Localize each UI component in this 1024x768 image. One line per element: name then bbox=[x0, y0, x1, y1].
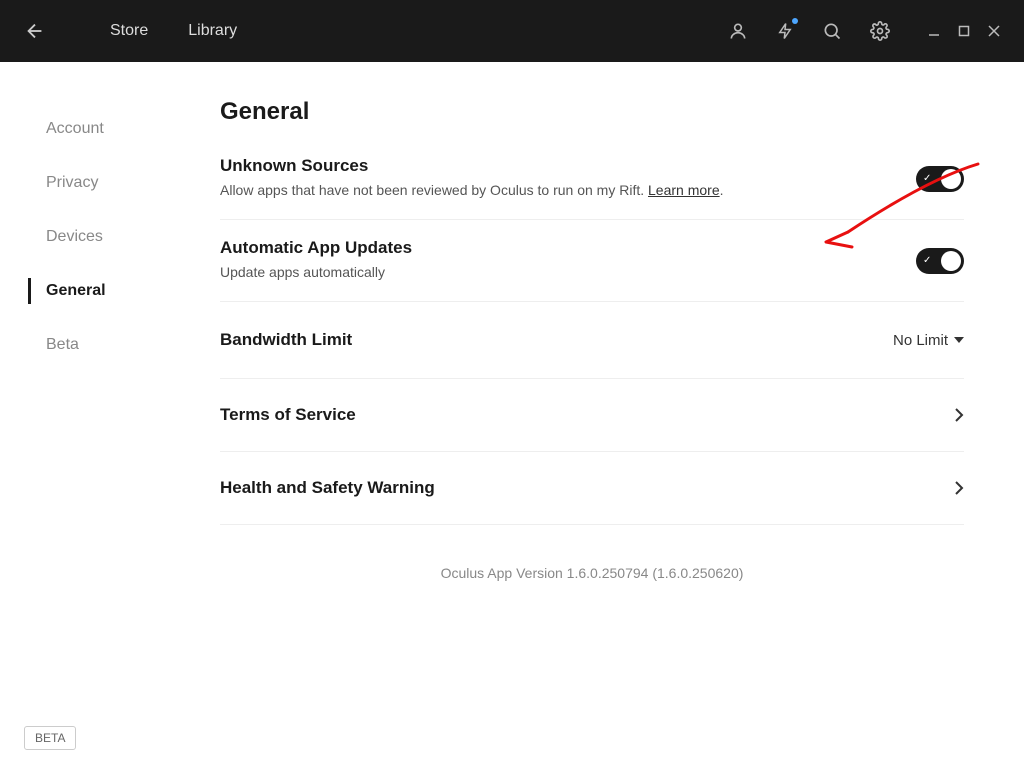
setting-desc: Allow apps that have not been reviewed b… bbox=[220, 180, 876, 201]
minimize-button[interactable] bbox=[928, 25, 940, 37]
content: Account Privacy Devices General Beta Gen… bbox=[0, 62, 1024, 768]
check-icon: ✓ bbox=[923, 255, 931, 266]
page-title: General bbox=[220, 98, 964, 126]
app-header: Store Library bbox=[0, 0, 1024, 62]
setting-bandwidth: Bandwidth Limit No Limit bbox=[220, 302, 964, 379]
arrow-left-icon bbox=[24, 20, 46, 42]
search-button[interactable] bbox=[822, 21, 842, 41]
unknown-sources-toggle[interactable]: ✓ bbox=[916, 166, 964, 192]
desc-text: Allow apps that have not been reviewed b… bbox=[220, 182, 648, 198]
sidebar-item-account[interactable]: Account bbox=[30, 102, 180, 156]
settings-sidebar: Account Privacy Devices General Beta bbox=[0, 62, 180, 768]
nav-links: Store Library bbox=[110, 22, 237, 40]
toggle-knob bbox=[941, 169, 961, 189]
sidebar-item-beta[interactable]: Beta bbox=[30, 318, 180, 372]
settings-main: General Unknown Sources Allow apps that … bbox=[180, 62, 1024, 768]
terms-of-service-row[interactable]: Terms of Service bbox=[220, 379, 964, 452]
learn-more-link[interactable]: Learn more bbox=[648, 182, 720, 198]
health-safety-row[interactable]: Health and Safety Warning bbox=[220, 452, 964, 525]
nav-store[interactable]: Store bbox=[110, 22, 148, 40]
minimize-icon bbox=[928, 25, 940, 37]
setting-unknown-sources: Unknown Sources Allow apps that have not… bbox=[220, 156, 964, 220]
sidebar-item-devices[interactable]: Devices bbox=[30, 210, 180, 264]
nav-row-title: Health and Safety Warning bbox=[220, 478, 435, 498]
maximize-icon bbox=[958, 25, 970, 37]
desc-suffix: . bbox=[720, 182, 724, 198]
header-left: Store Library bbox=[24, 20, 237, 42]
version-text: Oculus App Version 1.6.0.250794 (1.6.0.2… bbox=[220, 565, 964, 581]
setting-left: Unknown Sources Allow apps that have not… bbox=[220, 156, 916, 201]
setting-left: Automatic App Updates Update apps automa… bbox=[220, 238, 916, 283]
setting-title: Automatic App Updates bbox=[220, 238, 876, 258]
settings-button[interactable] bbox=[870, 21, 890, 41]
gear-icon bbox=[870, 21, 890, 41]
setting-desc: Update apps automatically bbox=[220, 262, 876, 283]
check-icon: ✓ bbox=[923, 173, 931, 184]
profile-button[interactable] bbox=[728, 21, 748, 41]
nav-library[interactable]: Library bbox=[188, 22, 237, 40]
toggle-knob bbox=[941, 251, 961, 271]
close-button[interactable] bbox=[988, 25, 1000, 37]
setting-title: Unknown Sources bbox=[220, 156, 876, 176]
close-icon bbox=[988, 25, 1000, 37]
bandwidth-dropdown[interactable]: No Limit bbox=[893, 332, 964, 349]
beta-badge[interactable]: BETA bbox=[24, 726, 76, 750]
notifications-button[interactable] bbox=[776, 22, 794, 40]
search-icon bbox=[822, 21, 842, 41]
nav-row-title: Terms of Service bbox=[220, 405, 356, 425]
back-button[interactable] bbox=[24, 20, 46, 42]
lightning-icon bbox=[776, 22, 794, 40]
maximize-button[interactable] bbox=[958, 25, 970, 37]
header-right bbox=[728, 21, 1000, 41]
sidebar-item-privacy[interactable]: Privacy bbox=[30, 156, 180, 210]
auto-updates-toggle[interactable]: ✓ bbox=[916, 248, 964, 274]
user-icon bbox=[728, 21, 748, 41]
dropdown-label: No Limit bbox=[893, 332, 948, 349]
setting-auto-updates: Automatic App Updates Update apps automa… bbox=[220, 220, 964, 302]
chevron-right-icon bbox=[954, 480, 964, 496]
chevron-right-icon bbox=[954, 407, 964, 423]
window-controls bbox=[928, 25, 1000, 37]
notification-dot bbox=[792, 18, 798, 24]
setting-title: Bandwidth Limit bbox=[220, 330, 352, 350]
caret-down-icon bbox=[954, 335, 964, 345]
sidebar-item-general[interactable]: General bbox=[30, 264, 180, 318]
